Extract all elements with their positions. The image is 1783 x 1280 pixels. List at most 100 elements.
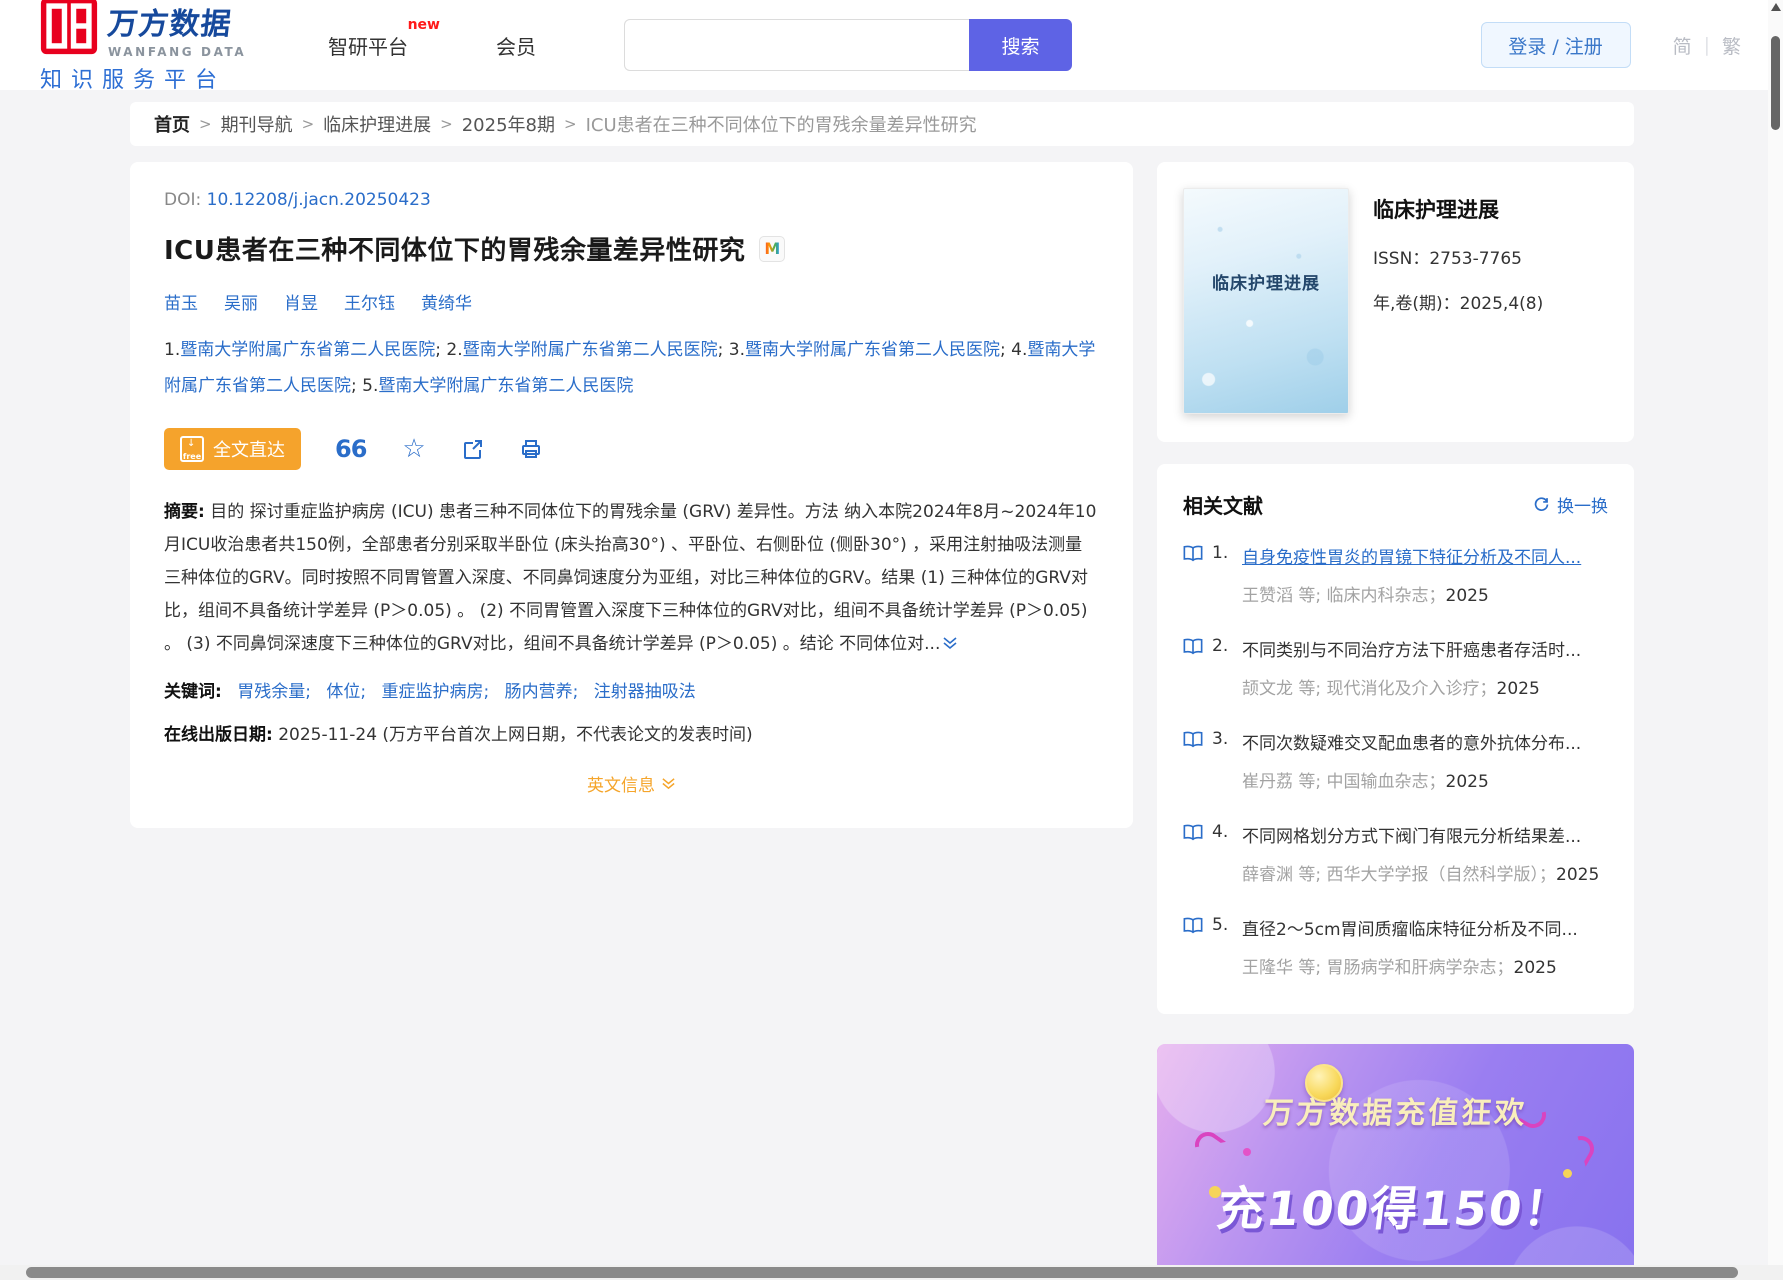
doi-label: DOI: [164,190,202,210]
online-date-note: (万方平台首次上网日期，不代表论文的发表时间) [382,725,753,745]
share-export-icon[interactable] [462,438,484,460]
affiliation-link[interactable]: 暨南大学附属广东省第二人民医院 [180,340,435,360]
language-switch: 简 | 繁 [1673,32,1741,59]
breadcrumb-current: ICU患者在三种不同体位下的胃残余量差异性研究 [585,115,977,136]
keyword-link[interactable]: 肠内营养; [505,682,579,702]
breadcrumb: 首页 > 期刊导航 > 临床护理进展 > 2025年8期 > ICU患者在三种不… [130,102,1634,146]
keyword-link[interactable]: 体位; [326,682,366,702]
brand-name-cn: 万方数据 [105,6,234,42]
recharge-promo-banner[interactable]: 万方数据充值狂欢 充100得150！ 最高送1800元！ [1157,1044,1634,1280]
search-input[interactable] [624,19,969,71]
related-article-link[interactable]: 不同类别与不同治疗方法下肝癌患者存活时... [1242,636,1608,661]
breadcrumb-separator: > [440,115,453,133]
author-link[interactable]: 黄绮华 [421,289,472,314]
breadcrumb-separator: > [564,115,577,133]
related-article-item: 3. 不同次数疑难交叉配血患者的意外抗体分布... 崔丹荔 等; 中国输血杂志；… [1183,729,1608,798]
lang-simplified[interactable]: 简 [1673,32,1692,59]
cite-icon[interactable]: 66 [335,437,367,461]
related-article-link[interactable]: 不同网格划分方式下阀门有限元分析结果差... [1242,822,1608,847]
book-icon [1183,545,1203,562]
book-icon [1183,824,1203,841]
breadcrumb-issue[interactable]: 2025年8期 [462,111,555,137]
scroll-up-arrow[interactable] [1771,3,1781,11]
journal-issn: ISSN：2753-7765 [1373,249,1522,269]
refresh-related-button[interactable]: 换一换 [1533,492,1608,517]
author-link[interactable]: 吴丽 [224,289,258,314]
journal-volume: 年,卷(期)：2025,4(8) [1373,294,1544,314]
confetti-ribbon [1563,1131,1599,1167]
expand-abstract-icon[interactable] [942,630,958,663]
lang-divider: | [1703,34,1710,56]
favorite-star-icon[interactable]: ☆ [402,436,425,462]
book-icon [1183,638,1203,655]
article-title: ICU患者在三种不同体位下的胃残余量差异性研究 [164,236,746,266]
doi-link[interactable]: 10.12208/j.jacn.20250423 [207,190,431,210]
related-article-item: 5. 直径2～5cm胃间质瘤临床特征分析及不同... 王隆华 等; 胃肠病学和肝… [1183,915,1608,984]
breadcrumb-journal-nav[interactable]: 期刊导航 [221,111,293,137]
abstract: 摘要: 目的 探讨重症监护病房 (ICU) 患者三种不同体位下的胃残余量 (GR… [164,496,1099,663]
breadcrumb-home[interactable]: 首页 [154,111,190,137]
chevron-down-icon [662,778,675,790]
m-badge-icon[interactable]: M [759,235,786,262]
abstract-label: 摘要: [164,502,205,522]
horizontal-scrollbar-thumb[interactable] [26,1267,1738,1278]
online-date-label: 在线出版日期: [164,725,273,745]
online-date-value: 2025-11-24 [278,725,378,745]
related-article-link[interactable]: 自身免疫性胃炎的胃镜下特征分析及不同人... [1242,543,1608,568]
lang-traditional[interactable]: 繁 [1722,32,1741,59]
online-date-row: 在线出版日期: 2025-11-24 (万方平台首次上网日期，不代表论文的发表时… [164,720,1099,745]
wanfang-logo-icon [40,0,98,54]
keywords-row: 关键词: 胃残余量; 体位; 重症监护病房; 肠内营养; 注射器抽吸法 [164,677,1099,702]
affiliation-link[interactable]: 暨南大学附属广东省第二人民医院 [463,340,718,360]
print-icon[interactable] [520,438,542,460]
new-badge: new [407,16,440,33]
login-register-button[interactable]: 登录 / 注册 [1480,22,1631,68]
search-button[interactable]: 搜索 [969,19,1072,71]
related-article-item: 4. 不同网格划分方式下阀门有限元分析结果差... 薛睿渊 等; 西华大学学报（… [1183,822,1608,891]
related-articles-card: 相关文献 换一换 1. 自身免疫性胃炎的胃镜下特征分析及不同人... 王赞滔 等… [1157,464,1634,1014]
author-link[interactable]: 肖昱 [284,289,318,314]
horizontal-scrollbar[interactable] [0,1265,1783,1280]
affiliations: 1.暨南大学附属广东省第二人民医院; 2.暨南大学附属广东省第二人民医院; 3.… [164,340,1096,396]
book-icon [1183,731,1203,748]
breadcrumb-separator: > [301,115,315,133]
fulltext-access-button[interactable]: ↓ free 全文直达 [164,428,301,470]
nav-member[interactable]: 会员 [496,31,536,60]
breadcrumb-separator: > [199,115,212,133]
related-articles-title: 相关文献 [1183,494,1263,518]
nav-zhiyan-platform[interactable]: 智研平台 new [328,17,440,60]
article-detail-card: DOI: 10.12208/j.jacn.20250423 ICU患者在三种不同… [130,162,1133,828]
brand-name-en: WANFANG DATA [108,44,247,59]
related-article-link[interactable]: 不同次数疑难交叉配血患者的意外抗体分布... [1242,729,1608,754]
vertical-scrollbar-thumb[interactable] [1771,36,1780,130]
related-article-item: 2. 不同类别与不同治疗方法下肝癌患者存活时... 颉文龙 等; 现代消化及介入… [1183,636,1608,705]
author-link[interactable]: 苗玉 [164,289,198,314]
keyword-link[interactable]: 注射器抽吸法 [594,682,696,702]
book-icon [1183,917,1203,934]
english-info-toggle[interactable]: 英文信息 [587,771,676,796]
breadcrumb-journal[interactable]: 临床护理进展 [323,111,431,137]
affiliation-link[interactable]: 暨南大学附属广东省第二人民医院 [378,376,633,396]
journal-info-card: 临床护理进展 临床护理进展 ISSN：2753-7765 年,卷(期)：2025… [1157,162,1634,442]
top-header: 万方数据 WANFANG DATA 知识服务平台 智研平台 new 会员 搜索 … [0,0,1783,93]
promo-offer-line: 充100得150！ [1213,1182,1576,1237]
affiliation-link[interactable]: 暨南大学附属广东省第二人民医院 [745,340,1000,360]
journal-cover[interactable]: 临床护理进展 [1183,188,1349,414]
fulltext-free-icon: ↓ free [180,436,204,462]
keyword-link[interactable]: 胃残余量; [237,682,311,702]
vertical-scrollbar[interactable] [1768,0,1783,1280]
related-article-link[interactable]: 直径2～5cm胃间质瘤临床特征分析及不同... [1242,915,1608,940]
brand-tagline: 知识服务平台 [40,67,227,93]
doi-line: DOI: 10.12208/j.jacn.20250423 [164,190,1099,210]
main-nav: 智研平台 new 会员 [328,17,536,60]
authors-row: 苗玉 吴丽 肖昱 王尔钰 黄绮华 [164,289,1099,314]
journal-name[interactable]: 临床护理进展 [1373,194,1543,224]
search-bar: 搜索 [624,19,1072,71]
keyword-link[interactable]: 重症监护病房; [382,682,490,702]
refresh-icon [1534,497,1549,511]
keywords-label: 关键词: [164,682,222,702]
confetti-ribbon [1189,1126,1227,1164]
author-link[interactable]: 王尔钰 [344,289,395,314]
promo-title: 万方数据充值狂欢 [1262,1096,1529,1131]
wanfang-logo[interactable]: 万方数据 WANFANG DATA 知识服务平台 [40,0,258,94]
